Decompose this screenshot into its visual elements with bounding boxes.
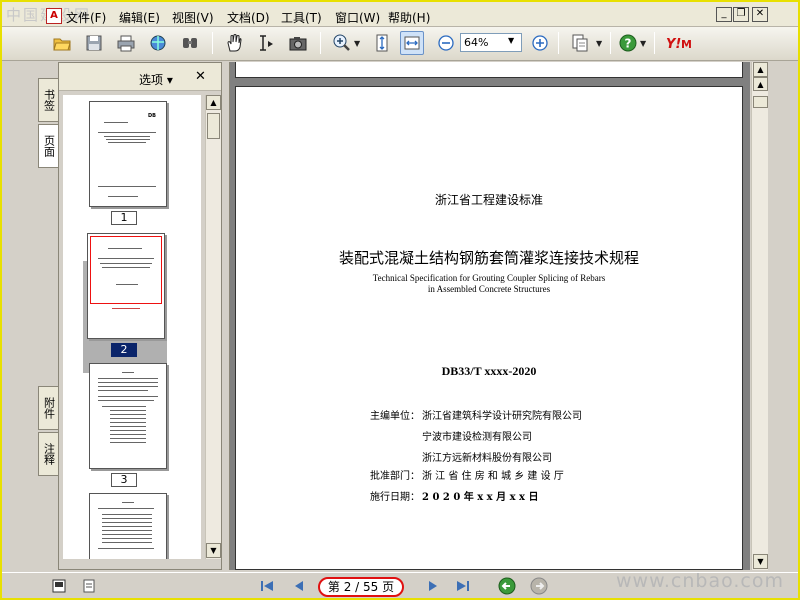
restore-button[interactable]: ❐ (733, 7, 749, 22)
thumbnail-scrollbar[interactable]: ▲ ▼ (205, 95, 221, 559)
menu-document[interactable]: 文档(D) (227, 9, 270, 26)
svg-text:M: M (681, 38, 692, 51)
document-title-en-2: in Assembled Concrete Structures (427, 284, 551, 294)
side-tabs: 书签 页面 附件 注释 (36, 62, 58, 570)
page-up-icon[interactable]: ▲ (753, 77, 768, 91)
zoom-plus-icon[interactable] (528, 31, 552, 55)
scroll-down-icon[interactable]: ▼ (206, 543, 221, 558)
email-icon[interactable] (146, 31, 170, 55)
previous-page-edge (235, 62, 743, 78)
help-icon[interactable]: ? (616, 31, 640, 55)
svg-text:?: ? (625, 37, 632, 51)
toolbar-separator (610, 32, 611, 54)
scroll-up-icon[interactable]: ▲ (206, 95, 221, 110)
scrollbar-thumb[interactable] (207, 113, 220, 139)
document-scrollbar[interactable]: ▲ ▲ ▼ (751, 62, 768, 570)
toolbar-separator (212, 32, 213, 54)
open-icon[interactable] (50, 31, 74, 55)
thumbnail-label-1[interactable]: 1 (111, 211, 137, 225)
chevron-down-icon[interactable]: ▼ (354, 39, 360, 48)
menu-bar: 中国建设网 A 文件(F) 编辑(E) 视图(V) 文档(D) 工具(T) 窗口… (2, 2, 798, 27)
tab-attachments[interactable]: 附件 (38, 386, 58, 430)
scroll-up-icon[interactable]: ▲ (753, 62, 768, 77)
tab-pages[interactable]: 页面 (38, 124, 58, 168)
go-forward-icon[interactable] (530, 577, 548, 595)
thumbnail-page-2[interactable] (87, 233, 165, 339)
svg-text:Y!: Y! (666, 37, 681, 51)
standard-org-heading: 浙江省工程建设标准 (434, 193, 543, 207)
effective-date-label: 施行日期： (370, 492, 420, 503)
thumbnail-label-2[interactable]: 2 (111, 343, 137, 357)
single-page-icon[interactable] (50, 577, 68, 595)
thumb-code-text: DB (148, 113, 156, 119)
toolbar-separator (320, 32, 321, 54)
panel-splitter[interactable] (222, 62, 230, 570)
toolbar-separator (654, 32, 655, 54)
approval-label: 批准部门： (370, 471, 420, 482)
previous-page-icon[interactable] (290, 577, 308, 595)
yahoo-icon[interactable]: Y! M (666, 31, 700, 55)
document-page: 浙江省工程建设标准 装配式混凝土结构钢筋套筒灌浆连接技术规程 Technical… (235, 86, 743, 570)
menu-edit[interactable]: 编辑(E) (119, 9, 160, 26)
snapshot-icon[interactable] (286, 31, 310, 55)
tab-bookmarks[interactable]: 书签 (38, 78, 58, 122)
thumbnail-page-3[interactable] (89, 363, 167, 469)
menu-tools[interactable]: 工具(T) (281, 9, 322, 26)
chief-editor-1: 浙江省建筑科学设计研究院有限公司 (422, 411, 582, 422)
next-page-icon[interactable] (424, 577, 442, 595)
watermark-url: www.cnbao.com (616, 570, 785, 592)
zoom-dropdown-chevron-icon[interactable]: ▼ (508, 36, 514, 45)
close-button[interactable]: ✕ (752, 7, 768, 22)
pages-panel: 选项 ▾ ✕ DB 1 2 3 ▲ ▼ (58, 62, 222, 570)
app-icon: A (46, 8, 62, 24)
document-title-cn: 装配式混凝土结构钢筋套筒灌浆连接技术规程 (338, 249, 639, 267)
menu-view[interactable]: 视图(V) (172, 9, 214, 26)
fit-width-icon[interactable] (400, 31, 424, 55)
standard-code: DB33/T xxxx-2020 (441, 364, 537, 378)
chief-editor-label: 主编单位： (370, 411, 420, 422)
close-icon[interactable]: ✕ (195, 69, 206, 84)
toolbar: ▼ ▼ ? ▼ Y! M (2, 27, 798, 61)
save-icon[interactable] (82, 31, 106, 55)
menu-help[interactable]: 帮助(H) (388, 9, 430, 26)
chief-editor-3: 浙江方远新材料股份有限公司 (422, 453, 552, 464)
menu-file[interactable]: 文件(F) (66, 9, 106, 26)
right-gutter (768, 62, 798, 570)
first-page-icon[interactable] (258, 577, 276, 595)
hand-icon[interactable] (222, 31, 246, 55)
search-icon[interactable] (178, 31, 202, 55)
zoom-in-icon[interactable] (330, 31, 354, 55)
last-page-icon[interactable] (454, 577, 472, 595)
tab-comments[interactable]: 注释 (38, 432, 58, 476)
minimize-button[interactable]: _ (716, 7, 732, 22)
go-back-icon[interactable] (498, 577, 516, 595)
chief-editor-2: 宁波市建设检测有限公司 (422, 432, 532, 443)
pages-panel-header: 选项 ▾ ✕ (59, 63, 221, 91)
thumbnail-page-4[interactable] (89, 493, 167, 559)
chevron-down-icon[interactable]: ▼ (640, 39, 646, 48)
scroll-down-icon[interactable]: ▼ (753, 554, 768, 569)
fit-page-icon[interactable] (370, 31, 394, 55)
thumbnail-list: DB 1 2 3 (63, 95, 201, 559)
scrollbar-thumb[interactable] (753, 96, 768, 108)
effective-date: 2 0 2 0 年 x x 月 x x 日 (422, 492, 539, 503)
select-text-icon[interactable] (254, 31, 278, 55)
toolbar-separator (558, 32, 559, 54)
create-pdf-icon[interactable] (568, 31, 592, 55)
menu-window[interactable]: 窗口(W) (335, 9, 380, 26)
print-icon[interactable] (114, 31, 138, 55)
approval-department: 浙 江 省 住 房 和 城 乡 建 设 厅 (422, 471, 564, 482)
options-menu-button[interactable]: 选项 ▾ (139, 71, 173, 88)
thumbnail-page-1[interactable]: DB (89, 101, 167, 207)
chevron-down-icon[interactable]: ▼ (596, 39, 602, 48)
thumbnail-label-3[interactable]: 3 (111, 473, 137, 487)
page-indicator[interactable]: 第 2 / 55 页 (318, 577, 404, 597)
continuous-page-icon[interactable] (80, 577, 98, 595)
zoom-out-icon[interactable] (434, 31, 458, 55)
document-title-en-1: Technical Specification for Grouting Cou… (372, 273, 606, 283)
